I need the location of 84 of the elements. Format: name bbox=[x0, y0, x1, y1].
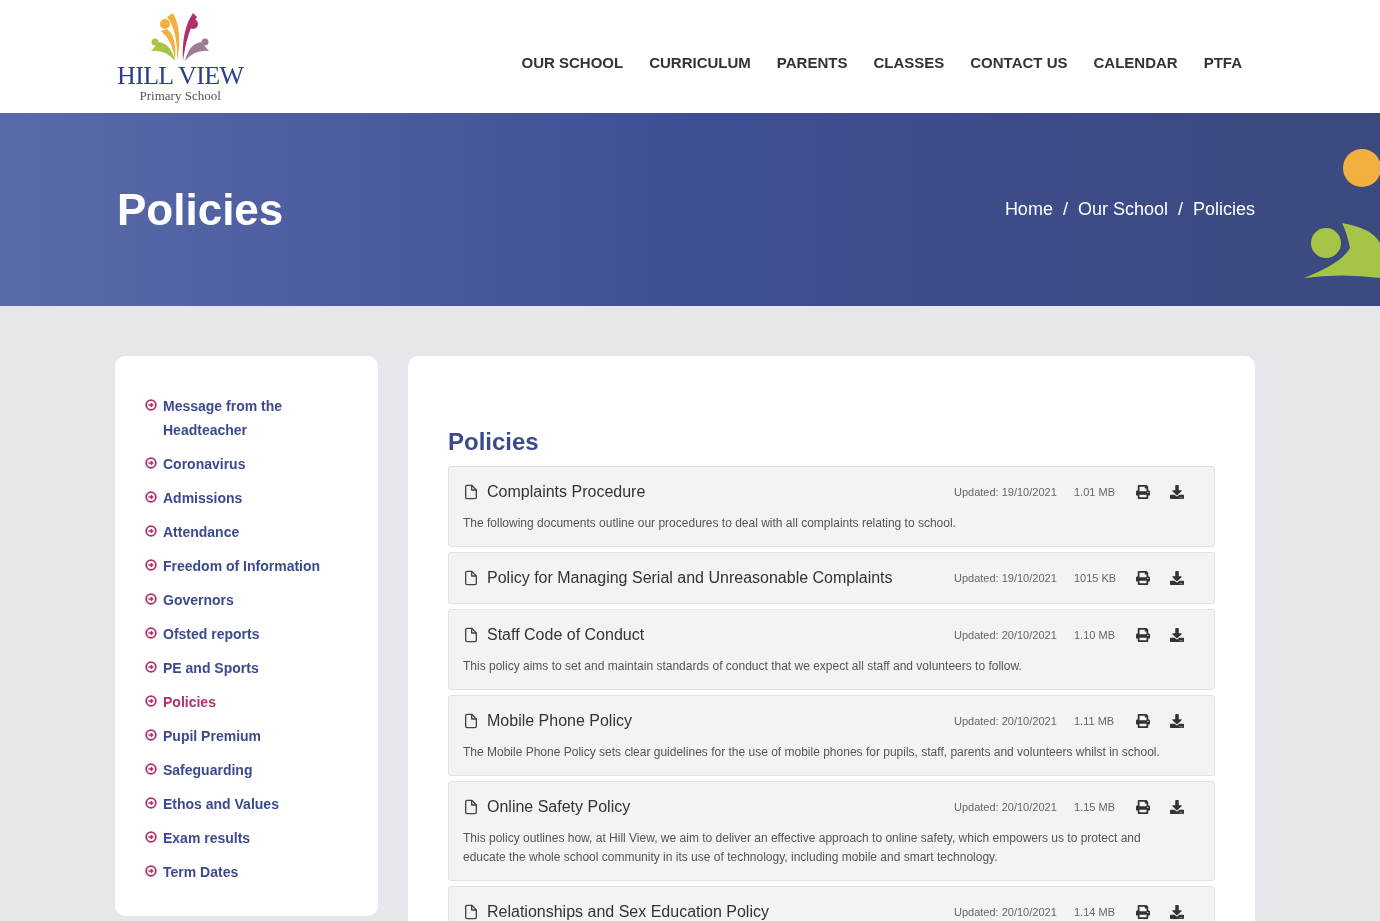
breadcrumb-separator: / bbox=[1177, 198, 1183, 221]
document-title[interactable]: Complaints Procedure bbox=[487, 480, 954, 504]
print-icon[interactable] bbox=[1136, 714, 1150, 728]
sidebar-link[interactable]: Term Dates bbox=[163, 860, 239, 884]
sidebar-link[interactable]: PE and Sports bbox=[163, 656, 259, 680]
arrow-circle-icon bbox=[145, 661, 157, 673]
logo-name: HILL VIEW bbox=[117, 62, 244, 89]
sidebar-link[interactable]: Exam results bbox=[163, 826, 251, 850]
print-icon[interactable] bbox=[1136, 905, 1150, 919]
updated-date: Updated: 20/10/2021 bbox=[954, 904, 1058, 920]
file-size: 1.10 MB bbox=[1074, 627, 1116, 643]
nav-link[interactable]: OUR SCHOOL bbox=[521, 52, 624, 75]
print-icon[interactable] bbox=[1136, 628, 1150, 642]
file-size: 1015 KB bbox=[1074, 570, 1118, 586]
arrow-circle-icon bbox=[145, 865, 157, 877]
arrow-circle-icon bbox=[145, 525, 157, 537]
arrow-circle-icon bbox=[145, 627, 157, 639]
document-description: This policy aims to set and maintain standards of conduct that we expect all staff and volunteers to follow. bbox=[463, 658, 1023, 675]
nav-link[interactable]: CURRICULUM bbox=[649, 52, 751, 75]
file-size: 1.15 MB bbox=[1074, 799, 1116, 815]
arrow-circle-icon bbox=[145, 797, 157, 809]
updated-date: Updated: 20/10/2021 bbox=[954, 713, 1058, 729]
document-icon bbox=[463, 483, 479, 501]
file-size: 1.14 MB bbox=[1074, 904, 1116, 920]
download-icon[interactable] bbox=[1170, 628, 1184, 642]
arrow-circle-icon bbox=[145, 399, 157, 411]
sidebar-link[interactable]: Message from the Headteacher bbox=[163, 394, 358, 442]
sidebar-link[interactable]: Governors bbox=[163, 588, 234, 612]
document-title[interactable]: Staff Code of Conduct bbox=[487, 623, 954, 647]
arrow-circle-icon bbox=[145, 729, 157, 741]
breadcrumb-link[interactable]: Home bbox=[1004, 196, 1053, 223]
arrow-circle-icon bbox=[145, 763, 157, 775]
file-size: 1.11 MB bbox=[1074, 713, 1116, 729]
sidebar-link[interactable]: Coronavirus bbox=[163, 452, 246, 476]
document-icon bbox=[463, 712, 479, 730]
print-icon[interactable] bbox=[1136, 800, 1150, 814]
sidebar-link[interactable]: Ofsted reports bbox=[163, 622, 260, 646]
sidebar-link[interactable]: Policies bbox=[163, 690, 216, 714]
arrow-circle-icon bbox=[145, 695, 157, 707]
document-description: The following documents outline our procedures to deal with all complaints relating to school. bbox=[463, 515, 957, 532]
nav-link[interactable]: PARENTS bbox=[776, 52, 848, 75]
print-icon[interactable] bbox=[1136, 485, 1150, 499]
document-icon bbox=[463, 903, 479, 921]
arrow-circle-icon bbox=[145, 831, 157, 843]
document-title[interactable]: Online Safety Policy bbox=[487, 795, 954, 819]
document-icon bbox=[463, 626, 479, 644]
updated-date: Updated: 19/10/2021 bbox=[954, 484, 1058, 500]
document-description: The Mobile Phone Policy sets clear guidelines for the use of mobile phones for pupils, staff, parents and volunteers whilst in school. bbox=[463, 744, 1161, 761]
document-title[interactable]: Relationships and Sex Education Policy bbox=[487, 900, 954, 921]
download-icon[interactable] bbox=[1170, 800, 1184, 814]
sidebar-link[interactable]: Pupil Premium bbox=[163, 724, 262, 748]
sidebar-link[interactable]: Ethos and Values bbox=[163, 792, 279, 816]
download-icon[interactable] bbox=[1170, 905, 1184, 919]
breadcrumb-separator: / bbox=[1062, 198, 1068, 221]
arrow-circle-icon bbox=[145, 457, 157, 469]
nav-link[interactable]: PTFA bbox=[1203, 52, 1242, 75]
download-icon[interactable] bbox=[1170, 485, 1184, 499]
nav-link[interactable]: CALENDAR bbox=[1093, 52, 1178, 75]
updated-date: Updated: 19/10/2021 bbox=[954, 570, 1058, 586]
download-icon[interactable] bbox=[1170, 571, 1184, 585]
document-title[interactable]: Mobile Phone Policy bbox=[487, 709, 954, 733]
file-size: 1.01 MB bbox=[1074, 484, 1116, 500]
section-heading: Policies bbox=[448, 427, 540, 457]
arrow-circle-icon bbox=[145, 559, 157, 571]
sidebar-link[interactable]: Safeguarding bbox=[163, 758, 253, 782]
nav-link[interactable]: CONTACT US bbox=[970, 52, 1068, 75]
updated-date: Updated: 20/10/2021 bbox=[954, 627, 1058, 643]
breadcrumb-link[interactable]: Our School bbox=[1077, 196, 1168, 223]
updated-date: Updated: 20/10/2021 bbox=[954, 799, 1058, 815]
print-icon[interactable] bbox=[1136, 571, 1150, 585]
download-icon[interactable] bbox=[1170, 714, 1184, 728]
document-icon bbox=[463, 569, 479, 587]
sidebar-link[interactable]: Freedom of Information bbox=[163, 554, 321, 578]
sidebar-link[interactable]: Attendance bbox=[163, 520, 240, 544]
arrow-circle-icon bbox=[145, 593, 157, 605]
page-title: Policies bbox=[117, 183, 284, 236]
arrow-circle-icon bbox=[145, 491, 157, 503]
document-title[interactable]: Policy for Managing Serial and Unreasonable Complaints bbox=[487, 566, 954, 590]
nav-link[interactable]: CLASSES bbox=[873, 52, 945, 75]
document-icon bbox=[463, 798, 479, 816]
logo-subtitle: Primary School bbox=[139, 88, 221, 103]
document-description: This policy outlines how, at Hill View, we aim to deliver an effective approach to online safety, which empowers us to protect and educate the whole school community in its use of technology, including mobile and smart technology. bbox=[463, 830, 1142, 866]
sidebar-link[interactable]: Admissions bbox=[163, 486, 243, 510]
breadcrumb-link[interactable]: Policies bbox=[1192, 196, 1255, 223]
